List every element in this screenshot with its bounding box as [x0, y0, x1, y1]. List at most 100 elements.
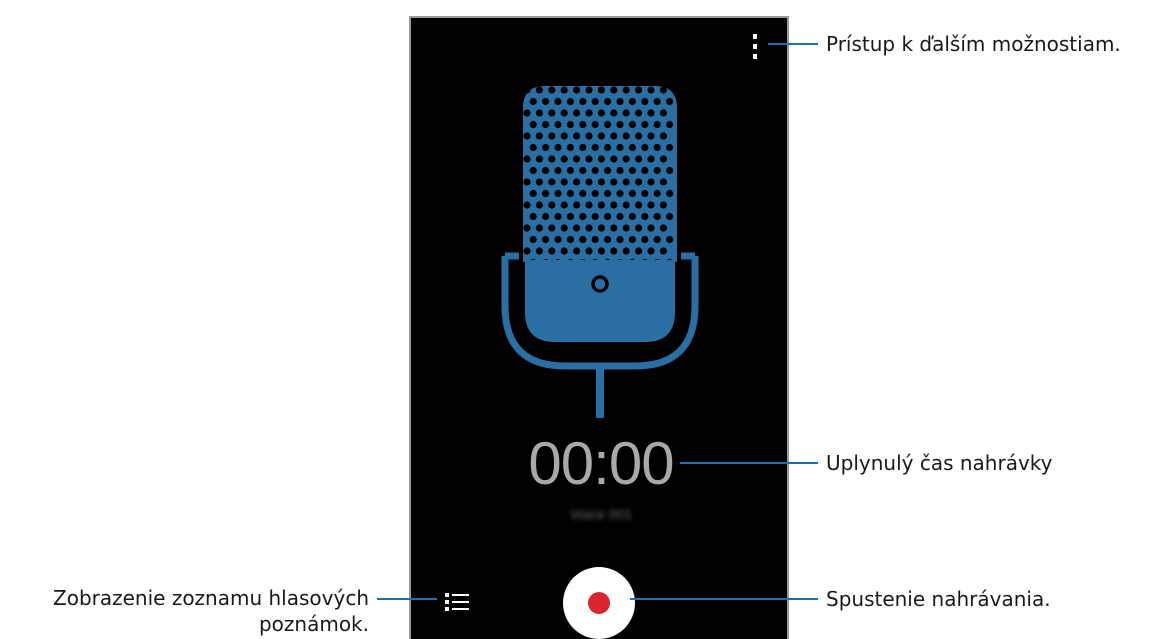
grille-hole: [597, 201, 605, 209]
grille-hole: [666, 120, 674, 129]
grille-hole: [573, 86, 581, 94]
grille-hole: [573, 109, 581, 117]
grille-hole: [542, 212, 550, 221]
grille-hole: [560, 86, 568, 94]
grille-hole: [635, 132, 643, 140]
grille-hole: [523, 132, 531, 140]
grille-hole: [579, 166, 587, 175]
grille-hole: [597, 132, 605, 140]
grille-hole: [523, 109, 531, 117]
grille-hole: [604, 212, 612, 221]
grille-hole: [560, 109, 568, 117]
grille-hole: [659, 247, 667, 255]
grille-hole: [647, 132, 655, 140]
grille-hole: [635, 178, 643, 186]
grille-hole: [622, 86, 630, 94]
grille-hole: [622, 201, 630, 209]
grille-hole: [659, 224, 667, 232]
grille-hole: [622, 247, 630, 255]
grille-hole: [659, 201, 667, 209]
grille-hole: [647, 247, 655, 255]
grille-hole: [585, 201, 593, 209]
grille-hole: [573, 224, 581, 232]
grille-hole: [653, 97, 661, 106]
grille-hole: [659, 86, 667, 94]
record-button[interactable]: [563, 567, 635, 639]
grille-hole: [641, 97, 649, 106]
grille-hole: [535, 224, 543, 232]
grille-hole: [597, 178, 605, 186]
grille-hole: [542, 143, 550, 152]
grille-hole: [666, 143, 674, 152]
grille-hole: [641, 166, 649, 175]
grille-hole: [604, 143, 612, 152]
grille-hole: [585, 86, 593, 94]
grille-hole: [554, 235, 562, 244]
grille-hole: [573, 155, 581, 163]
grille-hole: [597, 155, 605, 163]
grille-hole: [647, 224, 655, 232]
grille-hole: [542, 97, 550, 106]
grille-hole: [635, 224, 643, 232]
grille-hole: [641, 235, 649, 244]
grille-hole: [628, 143, 636, 152]
callout-voice-list-line1: Zobrazenie zoznamu hlasových: [53, 586, 369, 610]
grille-hole: [604, 120, 612, 129]
grille-hole: [591, 97, 599, 106]
grille-hole: [622, 132, 630, 140]
callout-elapsed-time: Uplynulý čas nahrávky: [826, 451, 1053, 475]
grille-hole: [591, 212, 599, 221]
more-options-icon[interactable]: [745, 32, 765, 62]
grille-hole: [647, 155, 655, 163]
grille-hole: [566, 235, 574, 244]
callout-more-options: Prístup k ďalším možnostiam.: [826, 32, 1121, 56]
grille-hole: [591, 189, 599, 198]
grille-hole: [560, 247, 568, 255]
callout-voice-list-line2: poznámok.: [258, 612, 369, 636]
grille-hole: [628, 235, 636, 244]
callout-start-recording: Spustenie nahrávania.: [826, 587, 1051, 611]
grille-hole: [585, 178, 593, 186]
grille-hole: [635, 247, 643, 255]
grille-hole: [604, 235, 612, 244]
grille-hole: [591, 143, 599, 152]
grille-hole: [653, 120, 661, 129]
grille-hole: [647, 86, 655, 94]
recording-name: Voice 001: [570, 506, 632, 522]
list-icon[interactable]: [445, 591, 469, 613]
record-icon: [588, 592, 610, 614]
grille-hole: [548, 201, 556, 209]
microphone-icon: [499, 80, 701, 420]
grille-hole: [616, 212, 624, 221]
grille-hole: [641, 120, 649, 129]
grille-hole: [523, 86, 531, 94]
grille-hole: [616, 189, 624, 198]
grille-hole: [610, 86, 618, 94]
grille-hole: [585, 155, 593, 163]
grille-hole: [535, 247, 543, 255]
grille-hole: [591, 120, 599, 129]
grille-hole: [604, 189, 612, 198]
grille-hole: [529, 212, 537, 221]
grille-hole: [635, 155, 643, 163]
voice-recorder-screen: 00:00 Voice 001: [409, 16, 789, 639]
grille-hole: [554, 212, 562, 221]
grille-hole: [548, 109, 556, 117]
grille-hole: [635, 109, 643, 117]
grille-hole: [666, 212, 674, 221]
grille-hole: [622, 155, 630, 163]
grille-hole: [566, 143, 574, 152]
grille-hole: [622, 109, 630, 117]
grille-hole: [535, 155, 543, 163]
grille-hole: [622, 178, 630, 186]
grille-hole: [566, 166, 574, 175]
grille-hole: [641, 143, 649, 152]
grille-hole: [579, 212, 587, 221]
grille-hole: [591, 166, 599, 175]
grille-hole: [523, 178, 531, 186]
grille-hole: [635, 86, 643, 94]
grille-hole: [560, 132, 568, 140]
grille-hole: [610, 132, 618, 140]
grille-hole: [560, 155, 568, 163]
grille-hole: [554, 189, 562, 198]
